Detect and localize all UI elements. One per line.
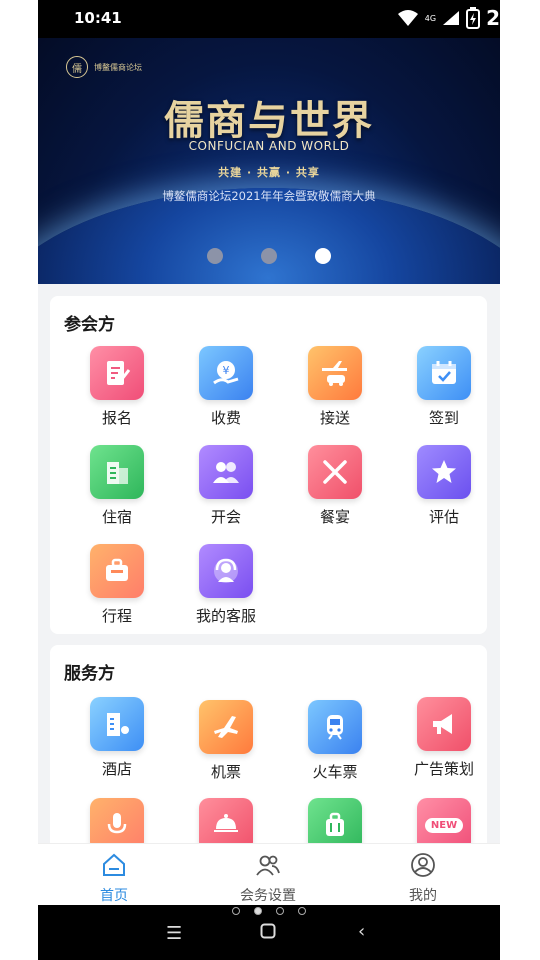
- page-indicator: [38, 907, 500, 915]
- menu-itinerary[interactable]: 行程: [67, 544, 167, 626]
- status-time: 10:41: [74, 9, 122, 27]
- network-type: 4G: [424, 13, 437, 23]
- people-group-icon: [199, 445, 253, 499]
- suitcase-icon: [90, 544, 144, 598]
- banner-title: 儒商与世界: [164, 97, 374, 144]
- attendee-card: 参会方 报名 ¥ 收费 接送 签到 住宿 开会 餐宴 评估 行程 我的客服: [50, 296, 487, 634]
- page-dot-4: [298, 907, 306, 915]
- service-section-title: 服务方: [64, 664, 115, 684]
- carousel-dot-3[interactable]: [315, 248, 331, 264]
- profile-icon: [411, 853, 435, 877]
- forum-logo: 儒 博鳌儒商论坛: [66, 56, 142, 78]
- battery-text: 2: [486, 6, 500, 30]
- menu-register[interactable]: 报名: [67, 346, 167, 428]
- system-nav-bar: ☰ ‹: [38, 905, 500, 960]
- page-dot-3: [276, 907, 284, 915]
- menu-banquet[interactable]: 餐宴: [285, 445, 385, 527]
- carousel-indicators: [38, 248, 500, 264]
- menu-flight[interactable]: 机票: [176, 700, 276, 782]
- menu-evaluation[interactable]: 评估: [394, 445, 494, 527]
- menu-fees[interactable]: ¥ 收费: [176, 346, 276, 428]
- menu-checkin[interactable]: 签到: [394, 346, 494, 428]
- signal-icon: [443, 11, 460, 25]
- tab-profile[interactable]: 我的: [363, 852, 483, 905]
- app-screen: 10:41 4G 2 儒 博鳌儒商论坛 儒商与世界 CONFUCIAN AND …: [38, 0, 500, 960]
- users-icon: [256, 855, 280, 876]
- back-icon[interactable]: ‹: [358, 921, 365, 942]
- attendee-section-title: 参会方: [64, 315, 115, 335]
- home-button-icon[interactable]: [260, 923, 276, 944]
- yen-coin-icon: ¥: [199, 346, 253, 400]
- train-icon: [308, 700, 362, 754]
- menu-train[interactable]: 火车票: [285, 700, 385, 782]
- megaphone-icon: [417, 697, 471, 751]
- building-icon: [90, 445, 144, 499]
- status-icons: 4G 2: [397, 6, 500, 30]
- menu-lodging[interactable]: 住宿: [67, 445, 167, 527]
- home-icon: [103, 853, 125, 876]
- plane-car-icon: [308, 346, 362, 400]
- page-dot-1: [232, 907, 240, 915]
- menu-pickup[interactable]: 接送: [285, 346, 385, 428]
- star-icon: [417, 445, 471, 499]
- menu-hotel[interactable]: 酒店: [67, 697, 167, 779]
- headset-icon: [199, 544, 253, 598]
- carousel-dot-1[interactable]: [207, 248, 223, 264]
- calendar-check-icon: [417, 346, 471, 400]
- carousel-dot-2[interactable]: [261, 248, 277, 264]
- wifi-icon: [397, 10, 418, 26]
- logo-seal-icon: 儒: [66, 56, 88, 78]
- hero-banner[interactable]: 儒 博鳌儒商论坛 儒商与世界 CONFUCIAN AND WORLD 共建 · …: [38, 38, 500, 284]
- fork-knife-icon: [308, 445, 362, 499]
- hotel-icon: [90, 697, 144, 751]
- bottom-tab-bar: 首页 会务设置 我的: [38, 843, 500, 906]
- airplane-icon: [199, 700, 253, 754]
- logo-text: 博鳌儒商论坛: [94, 62, 142, 72]
- edit-form-icon: [90, 346, 144, 400]
- status-bar: 10:41 4G 2: [38, 0, 500, 38]
- menu-support[interactable]: 我的客服: [176, 544, 276, 626]
- svg-text:¥: ¥: [223, 364, 230, 377]
- page-dot-2: [254, 907, 262, 915]
- tab-meeting-settings[interactable]: 会务设置: [208, 852, 328, 905]
- menu-meeting[interactable]: 开会: [176, 445, 276, 527]
- banner-caption: 博鳌儒商论坛2021年年会暨致敬儒商大典: [162, 189, 376, 203]
- banner-subtitle: CONFUCIAN AND WORLD: [188, 139, 350, 153]
- menu-advertising[interactable]: 广告策划: [394, 697, 494, 779]
- menu-icon[interactable]: ☰: [166, 923, 182, 944]
- tab-home[interactable]: 首页: [54, 852, 174, 905]
- banner-slogan: 共建 · 共赢 · 共享: [218, 166, 320, 179]
- battery-icon: [466, 7, 481, 29]
